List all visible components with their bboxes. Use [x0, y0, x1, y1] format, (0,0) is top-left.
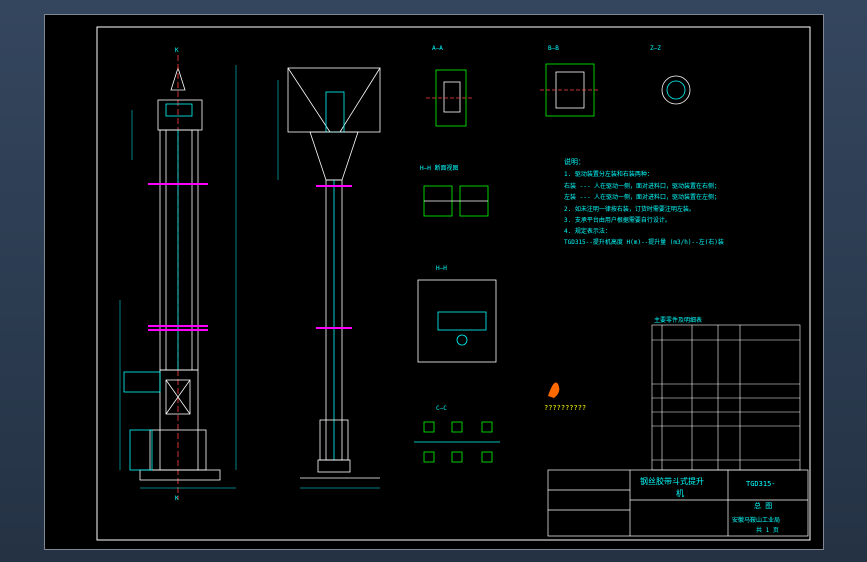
label-a-a: A—A — [432, 45, 443, 52]
section-h-h — [423, 185, 489, 217]
watermark-logo: ?????????? — [544, 382, 586, 412]
parts-table-title: 主要零件及明细表 — [654, 316, 702, 324]
section-b-b — [540, 63, 600, 117]
title-name-line2: 机 — [676, 488, 684, 498]
note-1: 1. 驱动装置分左装和右装两种： — [564, 170, 653, 178]
label-c-c: C—C — [436, 405, 447, 412]
note-3: 3. 支承平台由用户根据需要自行设计。 — [564, 216, 671, 224]
parts-table — [651, 324, 801, 471]
note-1a: 右装 --- 人在驱动一侧，面对进料口，驱动装置在右侧； — [564, 182, 720, 190]
middle-dimensions — [277, 80, 380, 489]
notes: 说明： 1. 驱动装置分左装和右装两种： 右装 --- 人在驱动一侧，面对进料口… — [564, 157, 724, 246]
notes-title: 说明： — [564, 157, 585, 166]
label-h-h: H—H 断面视图 — [420, 164, 458, 172]
section-h-h-plan — [417, 279, 497, 363]
drawing-view-name: 总 图 — [754, 501, 772, 510]
company-name: 安徽马鞍山工业局 — [732, 516, 780, 524]
drawing-frame — [96, 26, 811, 541]
sheet-count: 共 1 页 — [756, 526, 779, 534]
cad-drawing: K K A—A B—B Z—Z H—H 断面视图 H—H C—C 说明： 1. … — [96, 26, 811, 541]
note-2: 2. 如未注明一律按右装，订货时需要注明左装。 — [564, 205, 695, 213]
label-h-h-plan: H—H — [436, 265, 447, 272]
label-b-b: B—B — [548, 45, 559, 52]
section-c-c — [414, 421, 500, 463]
section-z-z — [661, 75, 691, 105]
section-a-a — [426, 69, 474, 127]
label-k-top: K — [175, 47, 179, 54]
note-4: 4. 规定表示法： — [564, 227, 611, 235]
note-4a: TGD315--提升机高度 H(m)--提升量 (m3/h)--左(右)装 — [564, 238, 724, 246]
elevator-front-view — [123, 55, 221, 500]
elevator-side-view — [287, 67, 381, 479]
watermark-text: ?????????? — [544, 404, 586, 412]
title-name-line1: 钢丝胶带斗式提升 — [640, 476, 704, 486]
note-1b: 左装 --- 人在驱动一侧，面对进料口，驱动装置在左侧； — [564, 193, 720, 201]
label-k-bottom: K — [175, 495, 179, 502]
label-z-z: Z—Z — [650, 45, 661, 52]
drawing-number: TGD315- — [746, 480, 776, 488]
